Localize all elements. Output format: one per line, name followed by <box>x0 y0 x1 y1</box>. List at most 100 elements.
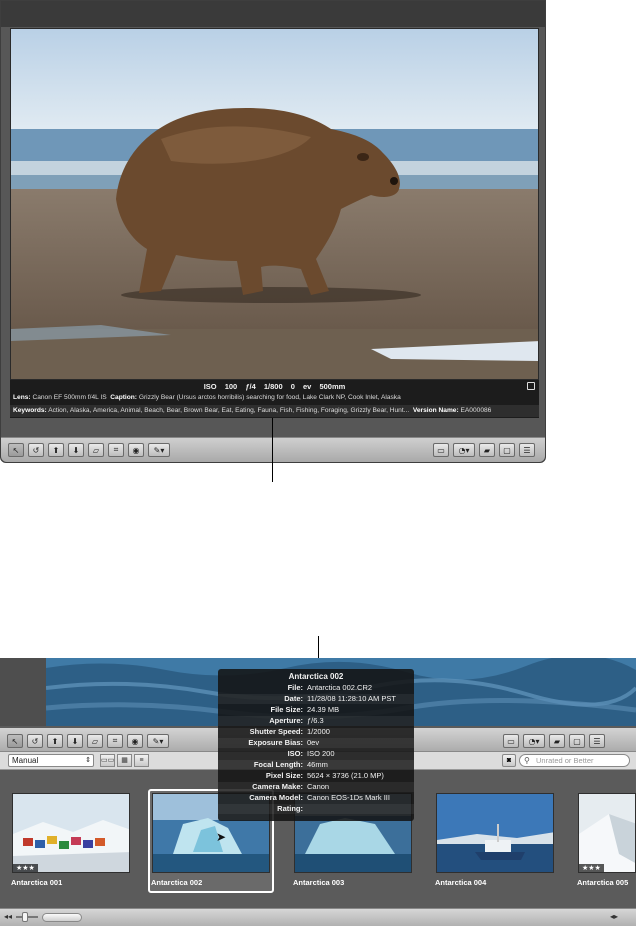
flag-icon[interactable]: ▰ <box>479 443 495 457</box>
hud-icon[interactable]: ▭ <box>433 443 449 457</box>
hud-key: File: <box>287 683 303 692</box>
hud-value: 5624 × 3736 (21.0 MP) <box>307 771 384 780</box>
hud-key: Rating: <box>277 804 303 813</box>
caption-label: Caption: <box>110 394 138 401</box>
loupe-icon[interactable]: ◔▾ <box>453 443 475 457</box>
exif-iso: ISO 100 <box>203 382 238 391</box>
import-icon[interactable]: ◙ <box>502 754 516 767</box>
list-view-icon[interactable]: ≡ <box>134 754 149 767</box>
rating-stars: ★★★ <box>579 864 604 872</box>
hud-row: Shutter Speed: 1/2000 <box>218 727 414 737</box>
stamp-icon[interactable]: ⬇ <box>67 734 83 748</box>
scroll-thumb[interactable] <box>42 913 82 922</box>
hud-key: Pixel Size: <box>265 771 303 780</box>
hud-key: Exposure Bias: <box>248 738 303 747</box>
hud-key: ISO: <box>287 749 303 758</box>
rating-stars: ★★★ <box>13 864 38 872</box>
search-placeholder: Unrated or Better <box>536 756 594 765</box>
hud-value: ƒ/6.3 <box>307 716 324 725</box>
thumbnail-antarctica-005[interactable]: ★★★ Antarctica 005 <box>574 789 636 893</box>
bear-photo[interactable] <box>10 28 539 380</box>
hud-row: Aperture: ƒ/6.3 <box>218 716 414 726</box>
hud-icon[interactable]: ▭ <box>503 734 519 748</box>
brush-icon[interactable]: ✎▾ <box>148 443 170 457</box>
hud-value: ISO 200 <box>307 749 335 758</box>
hud-value: 24.39 MB <box>307 705 340 714</box>
hud-key: Focal Length: <box>253 760 303 769</box>
browser-right-tool-group: ▭ ◔▾ ▰ ▢ ☰ <box>503 732 605 750</box>
lens-caption-line: Lens: Canon EF 500mm f/4L IS Caption: Gr… <box>13 394 537 401</box>
hud-key: Aperture: <box>269 716 303 725</box>
lift-icon[interactable]: ⬆ <box>48 443 64 457</box>
hud-value: 46mm <box>307 760 328 769</box>
crop-icon[interactable]: ⌗ <box>108 443 124 457</box>
zoom-slider-thumb[interactable] <box>22 912 28 922</box>
full-screen-icon[interactable]: ▢ <box>499 443 515 457</box>
red-eye-icon[interactable]: ◉ <box>128 443 144 457</box>
brush-icon[interactable]: ✎▾ <box>147 734 169 748</box>
hud-row: Camera Model: Canon EOS-1Ds Mark III <box>218 793 414 803</box>
filmstrip-view-icon[interactable]: ▭▭ <box>100 754 115 767</box>
red-eye-icon[interactable]: ◉ <box>127 734 143 748</box>
rotate-icon[interactable]: ↺ <box>27 734 43 748</box>
straighten-icon[interactable]: ▱ <box>88 443 104 457</box>
sort-value: Manual <box>12 756 39 765</box>
crop-icon[interactable]: ⌗ <box>107 734 123 748</box>
grid-view-icon[interactable]: ▦ <box>117 754 132 767</box>
hud-value: 11/28/08 11:28:10 AM PST <box>307 694 396 703</box>
version-value: EA000086 <box>460 407 492 414</box>
lens-label: Lens: <box>13 394 31 401</box>
thumbnail-image: ★★★ <box>578 793 636 873</box>
rotate-icon[interactable]: ↺ <box>28 443 44 457</box>
lens-value: Canon EF 500mm f/4L IS <box>32 394 107 401</box>
lift-icon[interactable]: ⬆ <box>47 734 63 748</box>
hud-row: Exposure Bias: 0ev <box>218 738 414 748</box>
thumbnail-antarctica-001[interactable]: ★★★ Antarctica 001 <box>8 789 134 893</box>
keywords-value: Action, Alaska, America, Animal, Beach, … <box>48 407 410 414</box>
thumbnail-label: Antarctica 001 <box>11 878 63 887</box>
badge-icon <box>527 382 535 390</box>
hud-key: Shutter Speed: <box>249 727 303 736</box>
hud-title: Antarctica 002 <box>288 672 344 681</box>
browser-icon[interactable]: ☰ <box>589 734 605 748</box>
loupe-icon[interactable]: ◔▾ <box>523 734 545 748</box>
flag-icon[interactable]: ▰ <box>549 734 565 748</box>
browser-icon[interactable]: ☰ <box>519 443 535 457</box>
scroll-arrows-icon[interactable]: ◂▸ <box>610 912 618 921</box>
hud-row: Pixel Size: 5624 × 3736 (21.0 MP) <box>218 771 414 781</box>
hud-value: 0ev <box>307 738 320 747</box>
caption-value: Grizzly Bear (Ursus arctos horribilis) s… <box>138 394 401 401</box>
hud-row: Focal Length: 46mm <box>218 760 414 770</box>
thumbnail-label: Antarctica 003 <box>293 878 345 887</box>
pointer-icon[interactable]: ↖ <box>7 734 23 748</box>
pointer-icon[interactable]: ↖ <box>8 443 24 457</box>
keywords-line: Keywords: Action, Alaska, America, Anima… <box>10 405 539 417</box>
sort-popup[interactable]: Manual ⇕ <box>8 754 94 767</box>
stamp-icon[interactable]: ⬇ <box>68 443 84 457</box>
mouse-pointer-icon: ➤ <box>216 830 227 844</box>
search-field[interactable]: ⚲ Unrated or Better <box>519 754 630 767</box>
search-icon: ⚲ <box>524 756 530 765</box>
hud-key: Camera Make: <box>252 782 303 791</box>
viewer-tool-group: ↖ ↺ ⬆ ⬇ ▱ ⌗ ◉ ✎▾ <box>8 441 170 459</box>
thumbnail-label: Antarctica 005 <box>577 878 629 887</box>
viewer-window: ISO 100 ƒ/4 1/800 0 ev 500mm Lens: Canon… <box>0 0 546 463</box>
hud-key: Camera Model: <box>249 793 303 802</box>
hud-row: Date: 11/28/08 11:28:10 AM PST <box>218 694 414 704</box>
callout-line-metadata <box>272 418 273 482</box>
browser-scroll-bar: ◂◂ ◂▸ <box>0 908 636 926</box>
browser-tool-group: ↖ ↺ ⬆ ⬇ ▱ ⌗ ◉ ✎▾ <box>7 732 169 750</box>
hud-row: ISO: ISO 200 <box>218 749 414 759</box>
thumbnail-antarctica-004[interactable]: Antarctica 004 <box>432 789 558 893</box>
hud-rows: File: Antarctica 002.CR2 Date: 11/28/08 11… <box>218 683 414 823</box>
hud-row: File: Antarctica 002.CR2 <box>218 683 414 693</box>
hud-key: Date: <box>284 694 303 703</box>
zoom-out-icon[interactable]: ◂◂ <box>4 912 12 921</box>
updown-arrows-icon: ⇕ <box>85 757 91 764</box>
straighten-icon[interactable]: ▱ <box>87 734 103 748</box>
strip-edge <box>0 658 46 726</box>
hud-key: File Size: <box>270 705 303 714</box>
thumbnail-label: Antarctica 002 <box>151 878 203 887</box>
full-screen-icon[interactable]: ▢ <box>569 734 585 748</box>
exif-aperture: ƒ/4 <box>245 382 256 391</box>
